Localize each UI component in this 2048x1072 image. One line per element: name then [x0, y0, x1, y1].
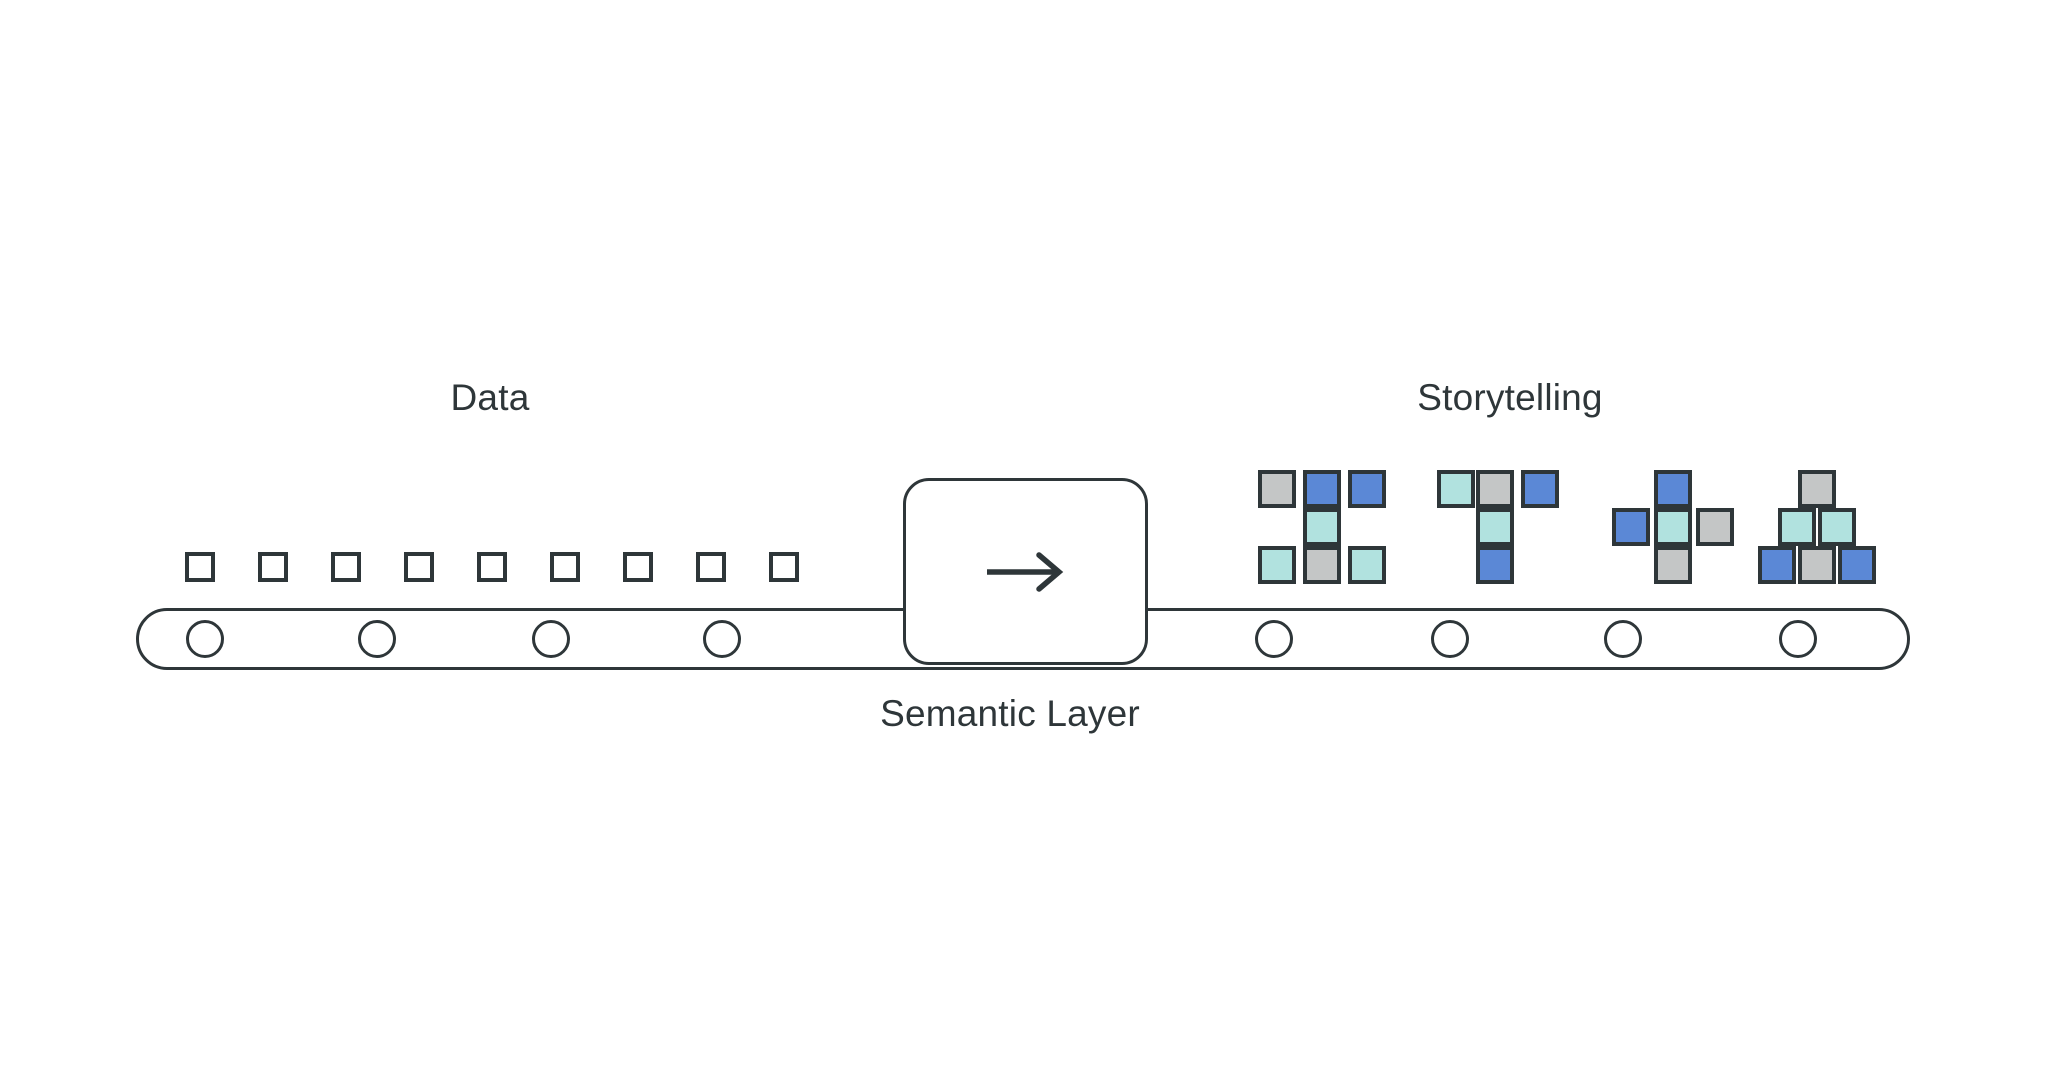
block-gray	[1798, 470, 1836, 508]
roller-3	[532, 620, 570, 658]
data-square-4	[404, 552, 434, 582]
semantic-layer-box[interactable]	[903, 478, 1148, 665]
block-blue	[1476, 546, 1514, 584]
block-blue	[1303, 470, 1341, 508]
cluster-t-shape	[1437, 470, 1617, 610]
roller-2	[358, 620, 396, 658]
roller-7	[1604, 620, 1642, 658]
roller-6	[1431, 620, 1469, 658]
block-blue	[1654, 470, 1692, 508]
block-gray	[1303, 546, 1341, 584]
block-mint	[1654, 508, 1692, 546]
block-mint	[1778, 508, 1816, 546]
semantic-layer-label: Semantic Layer	[880, 693, 1140, 734]
block-blue	[1612, 508, 1650, 546]
block-mint	[1818, 508, 1856, 546]
block-mint	[1348, 546, 1386, 584]
right-arrow-icon	[983, 548, 1069, 596]
data-square-6	[550, 552, 580, 582]
cluster-h-shape	[1258, 470, 1438, 610]
block-mint	[1303, 508, 1341, 546]
data-square-7	[623, 552, 653, 582]
block-mint	[1258, 546, 1296, 584]
block-blue	[1521, 470, 1559, 508]
block-gray	[1476, 470, 1514, 508]
block-mint	[1437, 470, 1475, 508]
roller-8	[1779, 620, 1817, 658]
block-mint	[1476, 508, 1514, 546]
roller-5	[1255, 620, 1293, 658]
block-gray	[1696, 508, 1734, 546]
data-square-1	[185, 552, 215, 582]
block-blue	[1838, 546, 1876, 584]
data-square-9	[769, 552, 799, 582]
storytelling-label: Storytelling	[1417, 377, 1603, 418]
block-blue	[1758, 546, 1796, 584]
block-gray	[1654, 546, 1692, 584]
data-square-8	[696, 552, 726, 582]
cluster-pyramid-shape	[1758, 470, 1940, 610]
block-blue	[1348, 470, 1386, 508]
data-label: Data	[450, 377, 530, 418]
data-square-5	[477, 552, 507, 582]
diagram-canvas: Data Storytelling Semantic Layer	[0, 0, 2048, 1072]
roller-4	[703, 620, 741, 658]
data-square-2	[258, 552, 288, 582]
roller-1	[186, 620, 224, 658]
block-gray	[1798, 546, 1836, 584]
block-gray	[1258, 470, 1296, 508]
data-square-3	[331, 552, 361, 582]
